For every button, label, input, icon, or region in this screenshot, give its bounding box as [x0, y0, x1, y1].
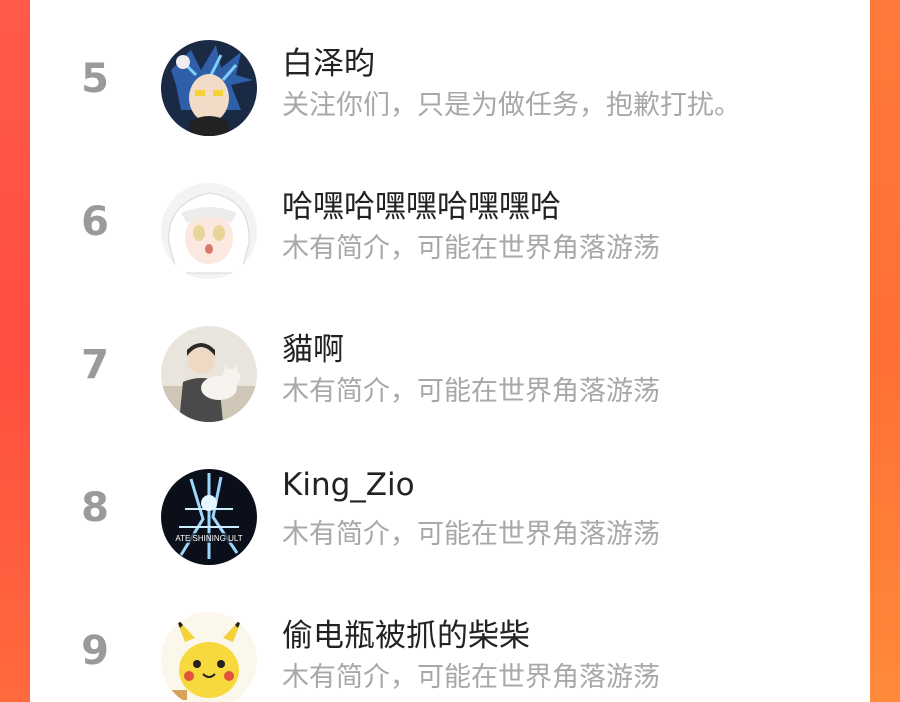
- rank-number: 8: [81, 485, 109, 531]
- user-name[interactable]: 貓啊: [282, 324, 344, 369]
- pikachu-avatar[interactable]: [161, 612, 257, 702]
- person-with-cat-avatar[interactable]: [161, 326, 257, 422]
- user-bio: 木有简介，可能在世界角落游荡: [282, 233, 660, 264]
- rank-number: 7: [81, 342, 109, 388]
- background-left-edge: [0, 0, 30, 702]
- ranking-row[interactable]: 6 哈嘿哈嘿嘿哈嘿嘿哈 木有简介，可能在世界角落游荡: [30, 169, 870, 279]
- background-right-edge: [870, 0, 900, 702]
- ranking-row[interactable]: 9 偷电瓶被抓的柴柴 木有简介，可能在世界角落游荡: [30, 598, 870, 702]
- user-bio: 木有简介，可能在世界角落游荡: [282, 519, 660, 550]
- user-bio: 木有简介，可能在世界角落游荡: [282, 662, 660, 693]
- rank-number: 9: [81, 628, 109, 674]
- ranking-row[interactable]: 7 貓啊 木有简介，可能在世界角落游荡: [30, 312, 870, 422]
- ultraman-shining-avatar[interactable]: ATE SHINING ULT: [161, 469, 257, 565]
- anime-boy-blue-hair-avatar[interactable]: [161, 40, 257, 136]
- svg-text:ATE SHINING ULT: ATE SHINING ULT: [175, 534, 242, 543]
- user-name[interactable]: 白泽昀: [282, 38, 375, 83]
- ranking-list-panel: 5 白泽昀 关注你们，只是为做任务，抱歉打扰。 6 哈嘿哈嘿嘿哈嘿嘿哈 木有简介…: [30, 0, 870, 702]
- ranking-row[interactable]: 5 白泽昀 关注你们，只是为做任务，抱歉打扰。: [30, 26, 870, 136]
- user-name[interactable]: 哈嘿哈嘿嘿哈嘿嘿哈: [282, 181, 561, 226]
- user-name[interactable]: 偷电瓶被抓的柴柴: [282, 610, 530, 655]
- rank-number: 6: [81, 199, 109, 245]
- anime-girl-white-hair-avatar[interactable]: [161, 183, 257, 279]
- user-name[interactable]: King_Zio: [282, 467, 415, 503]
- rank-number: 5: [81, 56, 109, 102]
- ranking-row[interactable]: 8 ATE SHINING ULT King_Zio 木有简介，可能在世界角落游…: [30, 455, 870, 565]
- user-bio: 木有简介，可能在世界角落游荡: [282, 376, 660, 407]
- user-bio: 关注你们，只是为做任务，抱歉打扰。: [282, 90, 741, 121]
